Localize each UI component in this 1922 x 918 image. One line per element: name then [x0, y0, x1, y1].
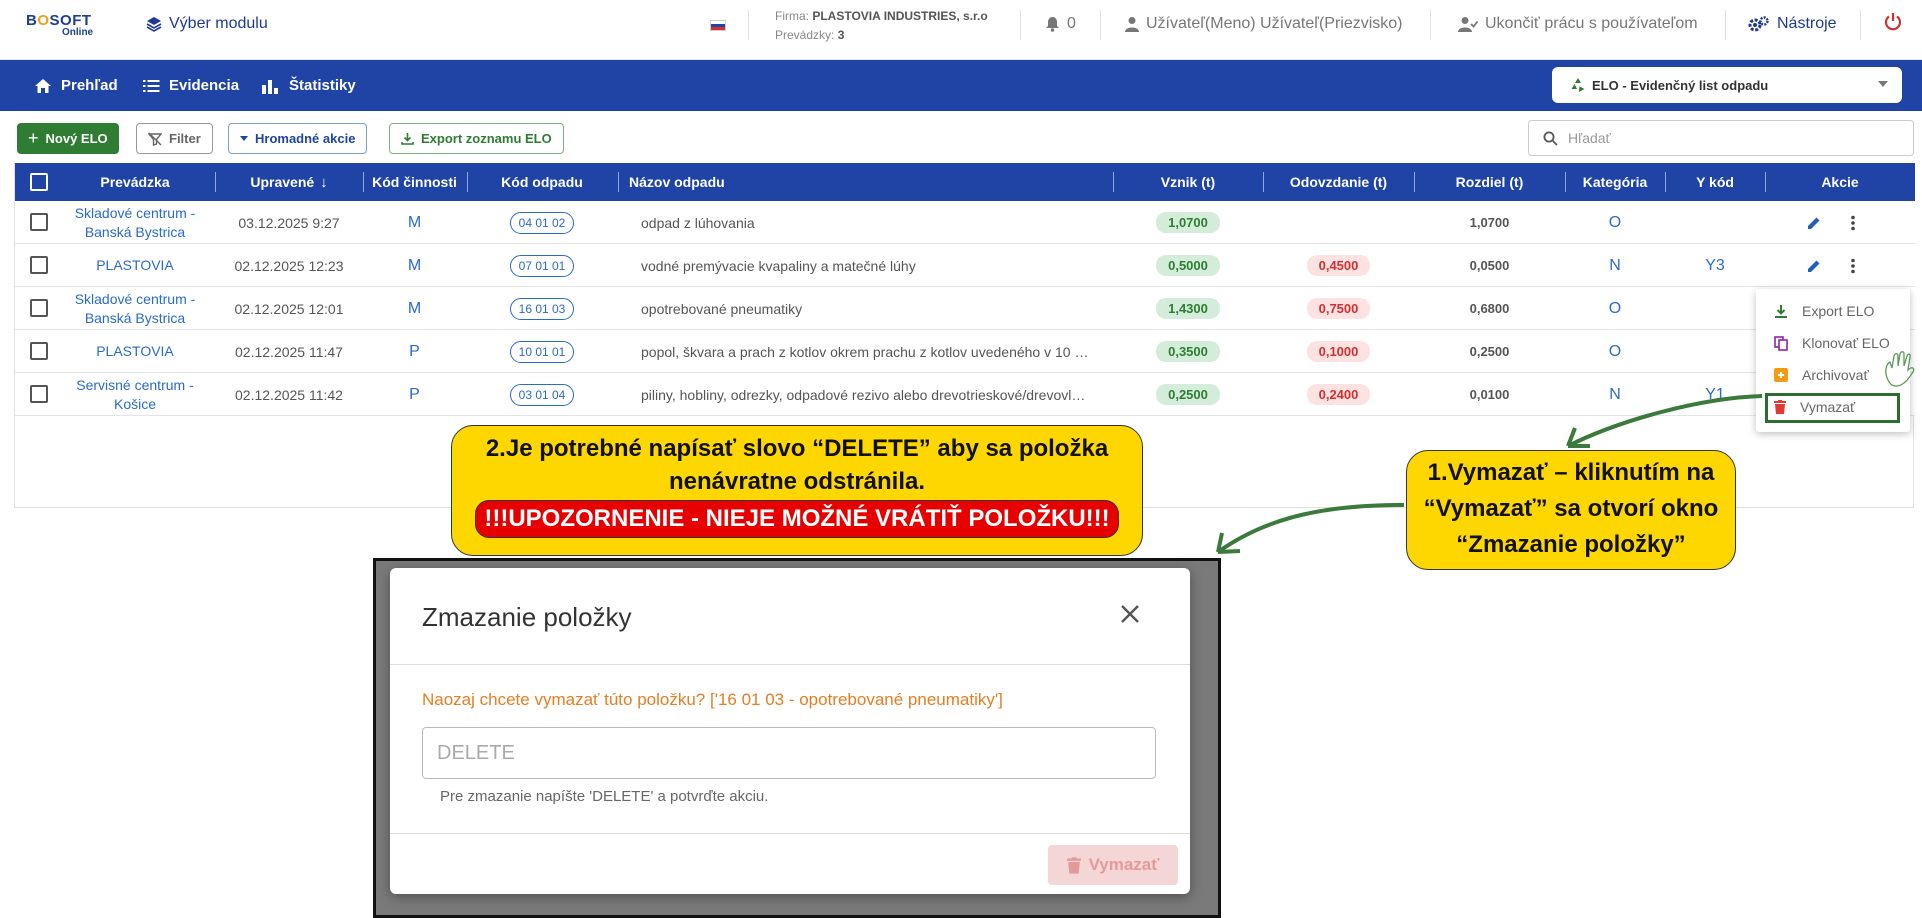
callout-step-1: 1.Vymazať – kliknutím na “Vymazať” sa ot… [1406, 450, 1736, 570]
close-icon[interactable] [1114, 598, 1146, 630]
delete-dialog: Zmazanie položky Naozaj chcete vymazať t… [390, 568, 1190, 894]
dialog-hint: Pre zmazanie napíšte 'DELETE' a potvrďte… [440, 788, 769, 805]
warning-banner: !!!UPOZORNENIE - NIEJE MOŽNÉ VRÁTIŤ POLO… [475, 500, 1119, 538]
delete-confirm-input[interactable] [422, 727, 1156, 779]
confirm-delete-button[interactable]: Vymazať [1048, 845, 1178, 885]
dialog-title: Zmazanie položky [422, 602, 632, 632]
callout-step-2: 2.Je potrebné napísať slovo “DELETE” aby… [451, 425, 1143, 556]
trash-icon [1066, 856, 1081, 874]
dialog-question: Naozaj chcete vymazať túto položku? ['16… [422, 690, 1003, 709]
